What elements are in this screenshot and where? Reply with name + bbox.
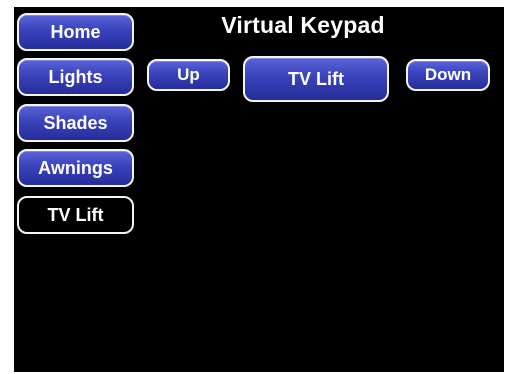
down-button[interactable]: Down — [406, 59, 490, 91]
page-title: Virtual Keypad — [221, 12, 385, 38]
tv-lift-button-label: TV Lift — [288, 68, 344, 89]
sidebar-item-label: Lights — [48, 66, 103, 87]
sidebar-item-label: Shades — [43, 112, 108, 133]
up-button-label: Up — [177, 65, 200, 84]
sidebar-item-home[interactable]: Home — [17, 13, 134, 51]
up-button[interactable]: Up — [147, 59, 230, 91]
sidebar-item-shades[interactable]: Shades — [17, 104, 134, 142]
sidebar-item-tv-lift[interactable]: TV Lift — [17, 196, 134, 234]
sidebar-item-awnings[interactable]: Awnings — [17, 149, 134, 187]
tv-lift-button[interactable]: TV Lift — [243, 56, 389, 102]
sidebar-item-label: Home — [50, 21, 101, 42]
sidebar-item-lights[interactable]: Lights — [17, 58, 134, 96]
sidebar-item-label: Awnings — [38, 157, 113, 178]
sidebar-item-label: TV Lift — [47, 204, 104, 225]
down-button-label: Down — [424, 65, 472, 84]
